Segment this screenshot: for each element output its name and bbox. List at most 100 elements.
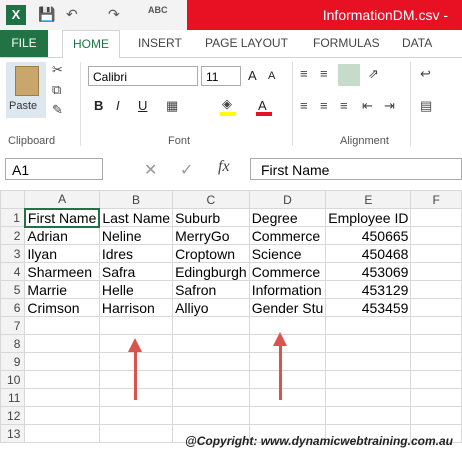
tab-formulas[interactable]: FORMULAS bbox=[313, 30, 380, 57]
cell[interactable] bbox=[410, 226, 462, 245]
select-all-corner[interactable] bbox=[0, 190, 26, 209]
align-top-icon[interactable]: ≡ bbox=[300, 66, 308, 81]
cell[interactable] bbox=[325, 370, 412, 389]
cell[interactable] bbox=[410, 388, 462, 407]
row-header[interactable]: 3 bbox=[0, 244, 26, 263]
cell[interactable]: 453129 bbox=[325, 280, 412, 299]
cell[interactable]: Croptown bbox=[172, 244, 250, 263]
column-header[interactable]: F bbox=[410, 190, 462, 209]
cell[interactable] bbox=[410, 352, 462, 371]
cell[interactable]: Safron bbox=[172, 280, 250, 299]
cell[interactable]: Harrison bbox=[98, 298, 174, 317]
font-color-button[interactable]: A bbox=[258, 98, 267, 113]
row-header[interactable]: 4 bbox=[0, 262, 26, 281]
name-box[interactable]: A1 bbox=[5, 158, 103, 180]
wrap-text-icon[interactable]: ↩ bbox=[420, 66, 431, 82]
cell[interactable]: 450468 bbox=[325, 244, 412, 263]
align-bottom-button[interactable] bbox=[338, 64, 360, 86]
cell[interactable] bbox=[98, 424, 174, 443]
undo-icon[interactable]: ↶ bbox=[66, 6, 78, 23]
cell[interactable] bbox=[410, 244, 462, 263]
cell[interactable] bbox=[325, 334, 412, 353]
cell[interactable]: 453459 bbox=[325, 298, 412, 317]
cell[interactable] bbox=[172, 406, 250, 425]
cell[interactable] bbox=[410, 298, 462, 317]
cell[interactable]: Helle bbox=[98, 280, 174, 299]
align-left-icon[interactable]: ≡ bbox=[300, 98, 308, 113]
align-right-icon[interactable]: ≡ bbox=[340, 98, 348, 113]
grow-font-button[interactable]: A bbox=[248, 68, 257, 83]
cell[interactable]: MerryGo bbox=[172, 226, 250, 245]
cell[interactable]: Sharmeen bbox=[24, 262, 100, 281]
cell[interactable] bbox=[325, 316, 412, 335]
column-header[interactable]: A bbox=[24, 190, 100, 209]
save-icon[interactable]: 💾 bbox=[38, 6, 55, 23]
cell[interactable] bbox=[172, 334, 250, 353]
cell[interactable] bbox=[325, 406, 412, 425]
row-header[interactable]: 5 bbox=[0, 280, 26, 299]
underline-button[interactable]: U bbox=[138, 98, 147, 113]
font-name-select[interactable]: Calibri bbox=[88, 66, 198, 86]
cell[interactable] bbox=[410, 280, 462, 299]
align-middle-icon[interactable]: ≡ bbox=[320, 66, 328, 81]
cell[interactable]: Suburb bbox=[172, 208, 250, 227]
cell[interactable] bbox=[248, 316, 327, 335]
cell[interactable] bbox=[325, 352, 412, 371]
cell[interactable] bbox=[98, 406, 174, 425]
cell[interactable] bbox=[410, 208, 462, 227]
increase-indent-icon[interactable]: ⇥ bbox=[384, 98, 395, 114]
cell[interactable] bbox=[248, 406, 327, 425]
orientation-icon[interactable]: ⇗ bbox=[368, 66, 379, 82]
cell[interactable] bbox=[410, 262, 462, 281]
cell[interactable] bbox=[410, 406, 462, 425]
italic-button[interactable]: I bbox=[116, 98, 120, 113]
cell[interactable]: Commerce bbox=[248, 262, 327, 281]
cell[interactable]: Last Name bbox=[98, 208, 174, 227]
row-header[interactable]: 13 bbox=[0, 424, 26, 443]
row-header[interactable]: 12 bbox=[0, 406, 26, 425]
row-header[interactable]: 8 bbox=[0, 334, 26, 353]
cell[interactable] bbox=[24, 334, 100, 353]
cell[interactable]: 453069 bbox=[325, 262, 412, 281]
tab-insert[interactable]: INSERT bbox=[138, 30, 182, 57]
cell[interactable]: Ilyan bbox=[24, 244, 100, 263]
cell[interactable] bbox=[24, 370, 100, 389]
cell[interactable] bbox=[172, 388, 250, 407]
column-header[interactable]: E bbox=[325, 190, 412, 209]
fill-color-icon[interactable]: ◈ bbox=[222, 96, 232, 112]
cell[interactable]: Gender Stu bbox=[248, 298, 327, 317]
cell[interactable] bbox=[410, 370, 462, 389]
cell[interactable] bbox=[410, 316, 462, 335]
cell[interactable] bbox=[248, 334, 327, 353]
cell[interactable]: Information bbox=[248, 280, 327, 299]
tab-data[interactable]: DATA bbox=[402, 30, 432, 57]
tab-home[interactable]: HOME bbox=[62, 30, 120, 59]
cell[interactable] bbox=[248, 388, 327, 407]
cell[interactable] bbox=[24, 388, 100, 407]
shrink-font-button[interactable]: A bbox=[268, 70, 275, 82]
copy-icon[interactable]: ⧉ bbox=[52, 82, 61, 98]
cell[interactable]: Edingburgh bbox=[172, 262, 250, 281]
row-header[interactable]: 2 bbox=[0, 226, 26, 245]
cell[interactable] bbox=[24, 424, 100, 443]
cell[interactable]: First Name bbox=[23, 207, 101, 228]
cell[interactable]: Neline bbox=[98, 226, 174, 245]
cell[interactable] bbox=[98, 316, 174, 335]
row-header[interactable]: 6 bbox=[0, 298, 26, 317]
cancel-icon[interactable]: ✕ bbox=[144, 160, 157, 180]
cell[interactable] bbox=[248, 370, 327, 389]
decrease-indent-icon[interactable]: ⇤ bbox=[362, 98, 373, 114]
row-header[interactable]: 9 bbox=[0, 352, 26, 371]
insert-function-icon[interactable]: fx bbox=[218, 158, 230, 176]
align-center-icon[interactable]: ≡ bbox=[320, 98, 328, 113]
merge-center-icon[interactable]: ▤ bbox=[420, 98, 432, 114]
row-header[interactable]: 10 bbox=[0, 370, 26, 389]
cell[interactable] bbox=[24, 406, 100, 425]
tab-page-layout[interactable]: PAGE LAYOUT bbox=[205, 30, 288, 57]
cell[interactable]: Degree bbox=[248, 208, 327, 227]
font-size-select[interactable]: 11 bbox=[201, 66, 241, 86]
format-painter-icon[interactable]: ✎ bbox=[52, 102, 63, 118]
row-header[interactable]: 7 bbox=[0, 316, 26, 335]
cell[interactable] bbox=[325, 388, 412, 407]
cell[interactable]: Idres bbox=[98, 244, 174, 263]
